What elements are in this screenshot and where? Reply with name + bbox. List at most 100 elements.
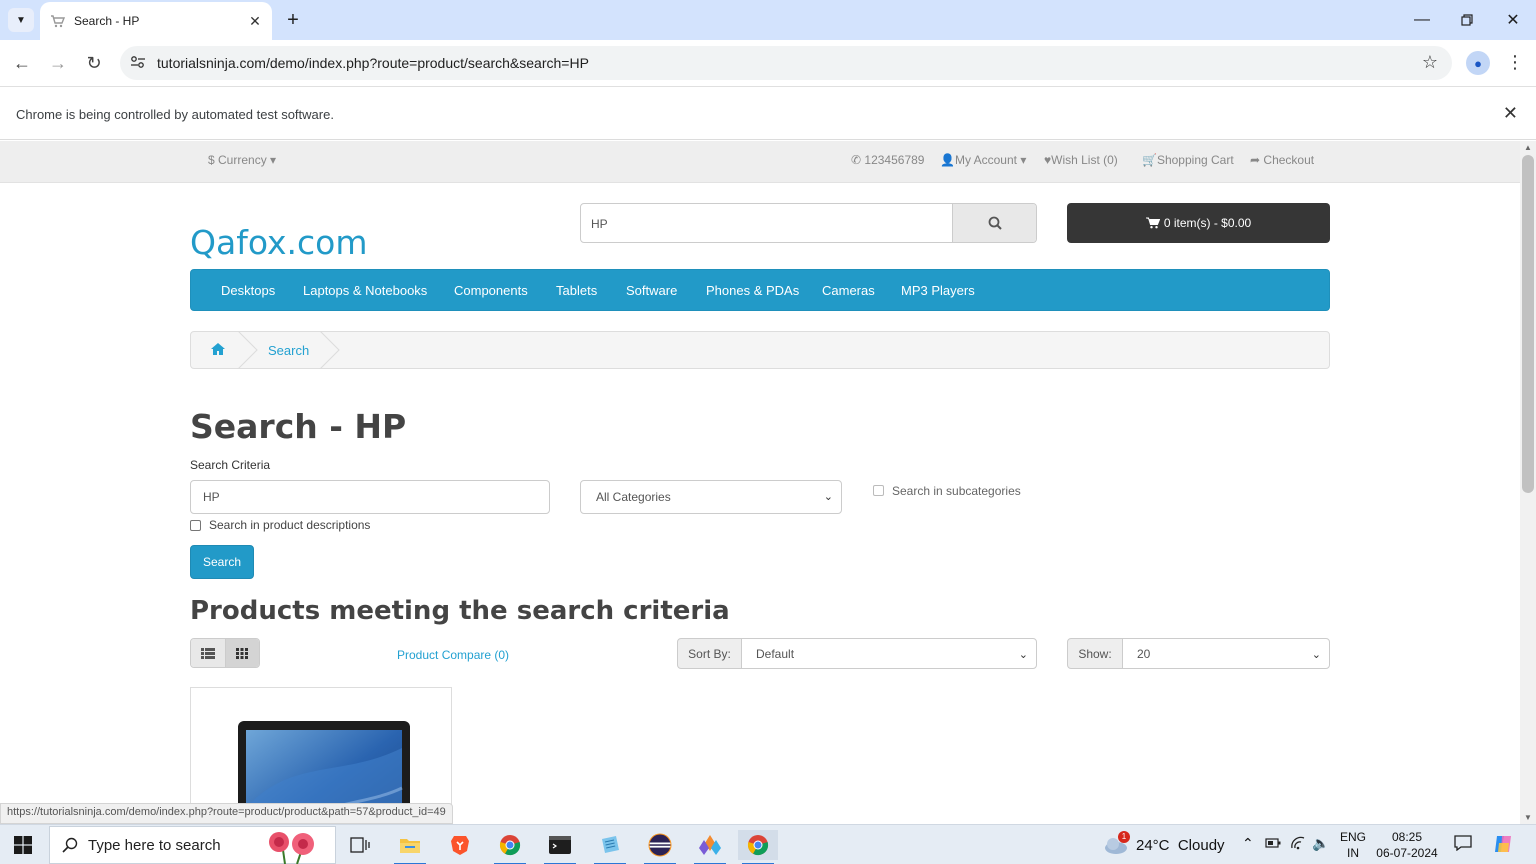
tab-title: Search - HP (74, 14, 140, 28)
automation-infobar: Chrome is being controlled by automated … (0, 86, 1536, 140)
subcategories-label: Search in subcategories (892, 484, 1021, 498)
product-compare-link[interactable]: Product Compare (0) (397, 648, 509, 662)
reload-icon[interactable]: ↻ (82, 51, 106, 75)
phone-icon: ✆ (851, 153, 862, 167)
chrome-active-icon[interactable] (738, 830, 778, 864)
address-bar[interactable]: tutorialsninja.com/demo/index.php?route=… (120, 46, 1452, 80)
breadcrumb: Search (190, 331, 1330, 369)
breadcrumb-separator (237, 331, 258, 369)
tab-search-button[interactable]: ▼ (8, 8, 34, 32)
menu-item-phones[interactable]: Phones & PDAs (706, 283, 799, 298)
menu-item-mp3[interactable]: MP3 Players (901, 283, 975, 298)
search-criteria-input[interactable]: HP (190, 480, 550, 514)
list-view-button[interactable] (191, 639, 225, 667)
cart-icon (1145, 217, 1160, 229)
wish-list-link[interactable]: ♥Wish List (0) (1044, 153, 1118, 167)
notification-icon[interactable] (1454, 835, 1472, 854)
tray-overflow-icon[interactable]: ⌃ (1242, 835, 1254, 852)
search-criteria-label: Search Criteria (190, 458, 271, 472)
notepad-icon[interactable] (590, 830, 630, 864)
active-tab[interactable]: Search - HP ✕ (40, 2, 272, 40)
grid-view-button[interactable] (224, 639, 259, 667)
category-menu: Desktops Laptops & Notebooks Components … (190, 269, 1330, 311)
currency-dropdown[interactable]: $ Currency ▾ (208, 153, 276, 167)
scroll-thumb[interactable] (1522, 155, 1534, 493)
sort-select[interactable]: Default ⌄ (741, 638, 1037, 669)
close-window-icon[interactable]: ✕ (1498, 8, 1528, 32)
view-toggle (190, 638, 260, 668)
cart-button-label: 0 item(s) - $0.00 (1163, 216, 1252, 230)
search-button[interactable]: Search (190, 545, 254, 579)
forward-arrow-icon[interactable]: → (46, 51, 70, 75)
menu-item-software[interactable]: Software (626, 283, 677, 298)
weather-badge: 1 (1118, 831, 1130, 843)
menu-item-components[interactable]: Components (454, 283, 528, 298)
eclipse-icon[interactable] (640, 830, 680, 864)
category-selected-value: All Categories (596, 490, 671, 504)
profile-avatar-icon[interactable]: ● (1466, 51, 1490, 75)
chrome-icon[interactable] (490, 830, 530, 864)
scroll-down-icon[interactable]: ▼ (1524, 813, 1532, 822)
restore-icon[interactable] (1452, 8, 1482, 32)
menu-item-laptops[interactable]: Laptops & Notebooks (303, 283, 427, 298)
descriptions-checkbox[interactable] (190, 520, 201, 531)
file-explorer-icon[interactable] (390, 830, 430, 864)
menu-item-cameras[interactable]: Cameras (822, 283, 875, 298)
taskbar-search[interactable]: Type here to search (49, 826, 336, 864)
page-viewport: $ Currency ▾ ✆ 123456789 👤My Account ▾ ♥… (0, 141, 1520, 824)
cart-favicon-icon (50, 14, 66, 28)
infobar-close-icon[interactable]: ✕ (1503, 103, 1518, 124)
clock-date: 06-07-2024 (1376, 846, 1438, 860)
scroll-up-icon[interactable]: ▲ (1524, 143, 1532, 152)
menu-item-desktops[interactable]: Desktops (221, 283, 275, 298)
menu-item-tablets[interactable]: Tablets (556, 283, 597, 298)
subcategories-checkbox[interactable] (873, 485, 884, 496)
list-icon (200, 647, 215, 659)
postman-launcher-icon[interactable] (690, 830, 730, 864)
task-view-icon[interactable] (340, 830, 380, 860)
category-select[interactable]: All Categories ⌄ (580, 480, 842, 514)
weather-text: 24°C Cloudy (1136, 837, 1225, 854)
back-arrow-icon[interactable]: ← (10, 51, 34, 75)
top-links-bar: $ Currency ▾ ✆ 123456789 👤My Account ▾ ♥… (0, 141, 1520, 183)
phone-link[interactable]: ✆ 123456789 (851, 153, 924, 167)
share-icon: ➦ (1250, 153, 1261, 167)
taskbar-search-text: Type here to search (88, 836, 221, 854)
chevron-down-icon: ⌄ (1311, 649, 1321, 661)
my-account-dropdown[interactable]: 👤My Account ▾ (940, 153, 1026, 167)
breadcrumb-separator (319, 331, 340, 369)
home-icon[interactable] (211, 342, 225, 358)
copilot-icon[interactable] (1492, 833, 1514, 858)
brave-browser-icon[interactable] (440, 830, 480, 860)
grid-icon (236, 647, 249, 659)
terminal-icon[interactable] (540, 830, 580, 864)
windows-start-icon[interactable] (14, 836, 32, 854)
shopping-cart-link[interactable]: 🛒Shopping Cart (1142, 153, 1234, 167)
site-logo[interactable]: Qafox.com (190, 223, 368, 262)
minimize-icon[interactable]: — (1407, 8, 1437, 32)
tab-close-icon[interactable]: ✕ (246, 13, 264, 30)
browser-menu-icon[interactable]: ⋮ (1506, 51, 1524, 75)
breadcrumb-search[interactable]: Search (268, 343, 309, 358)
sort-label: Sort By: (677, 638, 742, 669)
clock[interactable]: 08:25 06-07-2024 (1376, 829, 1438, 861)
cart-button[interactable]: 0 item(s) - $0.00 (1067, 203, 1330, 243)
bookmark-star-icon[interactable]: ☆ (1422, 52, 1438, 73)
new-tab-button[interactable]: + (282, 8, 304, 32)
show-value: 20 (1137, 647, 1151, 661)
show-label: Show: (1067, 638, 1123, 669)
language-indicator[interactable]: ENG IN (1340, 829, 1366, 861)
site-settings-icon[interactable] (130, 55, 152, 72)
sort-value: Default (756, 647, 795, 661)
battery-icon[interactable] (1265, 837, 1281, 852)
checkout-link[interactable]: ➦ Checkout (1250, 153, 1314, 167)
page-scrollbar[interactable]: ▲ ▼ (1520, 141, 1536, 824)
show-select[interactable]: 20 ⌄ (1122, 638, 1330, 669)
wifi-icon[interactable] (1290, 836, 1306, 853)
volume-icon[interactable]: 🔈 (1312, 835, 1329, 852)
header-search-button[interactable] (952, 204, 1036, 242)
header-search-input[interactable]: HP (591, 217, 608, 231)
region-code: IN (1347, 846, 1359, 860)
search-icon (988, 216, 1002, 230)
browser-toolbar: ← → ↻ tutorialsninja.com/demo/index.php?… (0, 40, 1536, 86)
